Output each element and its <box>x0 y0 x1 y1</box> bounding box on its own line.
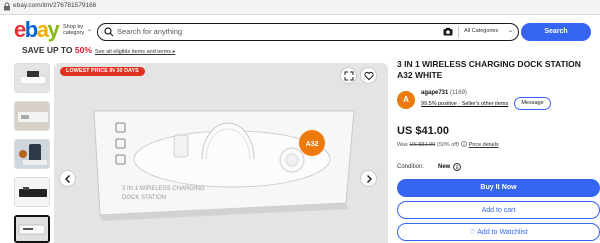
seller-stats: 99.5% positive · Seller's other items <box>421 101 508 107</box>
thumbnail-2[interactable] <box>14 101 50 131</box>
chevron-left-icon <box>65 175 70 183</box>
search-bar: Search for anything All Categories ⌄ <box>97 23 519 41</box>
info-icon[interactable] <box>453 163 461 171</box>
search-input[interactable]: Search for anything <box>117 27 182 36</box>
add-to-watchlist-button[interactable]: ♡ Add to Watchlist <box>397 223 600 241</box>
url-text[interactable]: ebay.com/itm/276781579166 <box>13 2 96 9</box>
chevron-down-icon: ⌄ <box>508 28 514 34</box>
thumbnail-image <box>15 102 49 130</box>
heart-icon <box>364 71 374 81</box>
item-title: 3 IN 1 WIRELESS CHARGING DOCK STATION A3… <box>397 59 581 80</box>
feedback-count[interactable]: (1169) <box>450 90 467 96</box>
expand-icon <box>344 71 354 81</box>
search-button[interactable]: Search <box>521 23 591 41</box>
was-price: US $81.99 <box>409 142 436 148</box>
promo-banner: SAVE UP TO 50% See all eligible items and… <box>22 45 175 55</box>
lowest-price-badge: LOWEST PRICE IN 30 DAYS <box>60 67 145 76</box>
category-select[interactable]: All Categories <box>464 28 498 34</box>
chevron-right-icon <box>367 175 372 183</box>
site-header: ebay Shop by category ⌄ Search for anyth… <box>0 15 600 46</box>
seller-other-items-link[interactable]: Seller's other items <box>462 101 509 107</box>
thumbnail-image <box>15 178 49 206</box>
seller-name-line: agape731 (1169) <box>421 90 467 96</box>
site-info-icon[interactable] <box>3 2 11 11</box>
buy-it-now-button[interactable]: Buy It Now <box>397 179 600 197</box>
item-price: US $41.00 <box>397 125 449 137</box>
positive-feedback-link[interactable]: 99.5% positive <box>421 101 457 107</box>
thumbnail-image <box>15 64 49 92</box>
next-image-button[interactable] <box>360 170 377 187</box>
thumbnail-5-selected[interactable] <box>14 215 50 243</box>
product-print-line-2: DOCK STATION <box>122 195 166 201</box>
was-price-line: Was US $81.99 (50% off) Price details <box>397 141 499 148</box>
watch-heart-button[interactable] <box>360 67 377 84</box>
thumbnail-image <box>15 140 49 168</box>
product-print-line-1: 3 IN 1 WIRELESS CHARGING <box>122 186 205 192</box>
camera-icon[interactable] <box>443 27 453 36</box>
ebay-logo[interactable]: ebay <box>14 18 60 42</box>
condition-value: New <box>438 164 451 170</box>
add-to-cart-button[interactable]: Add to cart <box>397 201 600 219</box>
promo-text: SAVE UP TO <box>22 45 75 55</box>
condition-row: Condition: New <box>397 163 461 171</box>
search-icon <box>104 27 114 37</box>
chevron-down-icon: ⌄ <box>87 27 93 33</box>
info-icon[interactable] <box>460 141 467 147</box>
product-photo: A32 3 IN 1 WIRELESS CHARGING DOCK STATIO… <box>54 63 388 243</box>
browser-address-bar[interactable]: ebay.com/itm/276781579166 <box>0 0 600 15</box>
price-details-link[interactable]: Price details <box>469 142 499 148</box>
seller-name[interactable]: agape731 <box>421 90 448 96</box>
seller-avatar[interactable]: A <box>397 91 415 109</box>
thumbnail-4[interactable] <box>14 177 50 207</box>
main-product-image[interactable]: A32 3 IN 1 WIRELESS CHARGING DOCK STATIO… <box>54 63 388 243</box>
shop-by-category-label: Shop by category <box>63 24 85 36</box>
thumbnail-3[interactable] <box>14 139 50 169</box>
promo-percent: 50% <box>74 45 92 55</box>
message-seller-button[interactable]: Message <box>514 97 551 110</box>
expand-button[interactable] <box>340 67 357 84</box>
previous-image-button[interactable] <box>59 170 76 187</box>
search-divider <box>458 26 459 38</box>
thumbnail-1[interactable] <box>14 63 50 93</box>
shop-by-category-button[interactable]: Shop by category ⌄ <box>63 24 93 36</box>
product-badge: A32 <box>306 141 319 148</box>
condition-label: Condition: <box>397 164 425 170</box>
discount-text: (50% off) <box>435 142 461 148</box>
thumbnail-image <box>16 217 48 241</box>
was-label: Was <box>397 142 410 148</box>
promo-terms-link[interactable]: See all eligible items and terms ▸ <box>95 49 175 55</box>
